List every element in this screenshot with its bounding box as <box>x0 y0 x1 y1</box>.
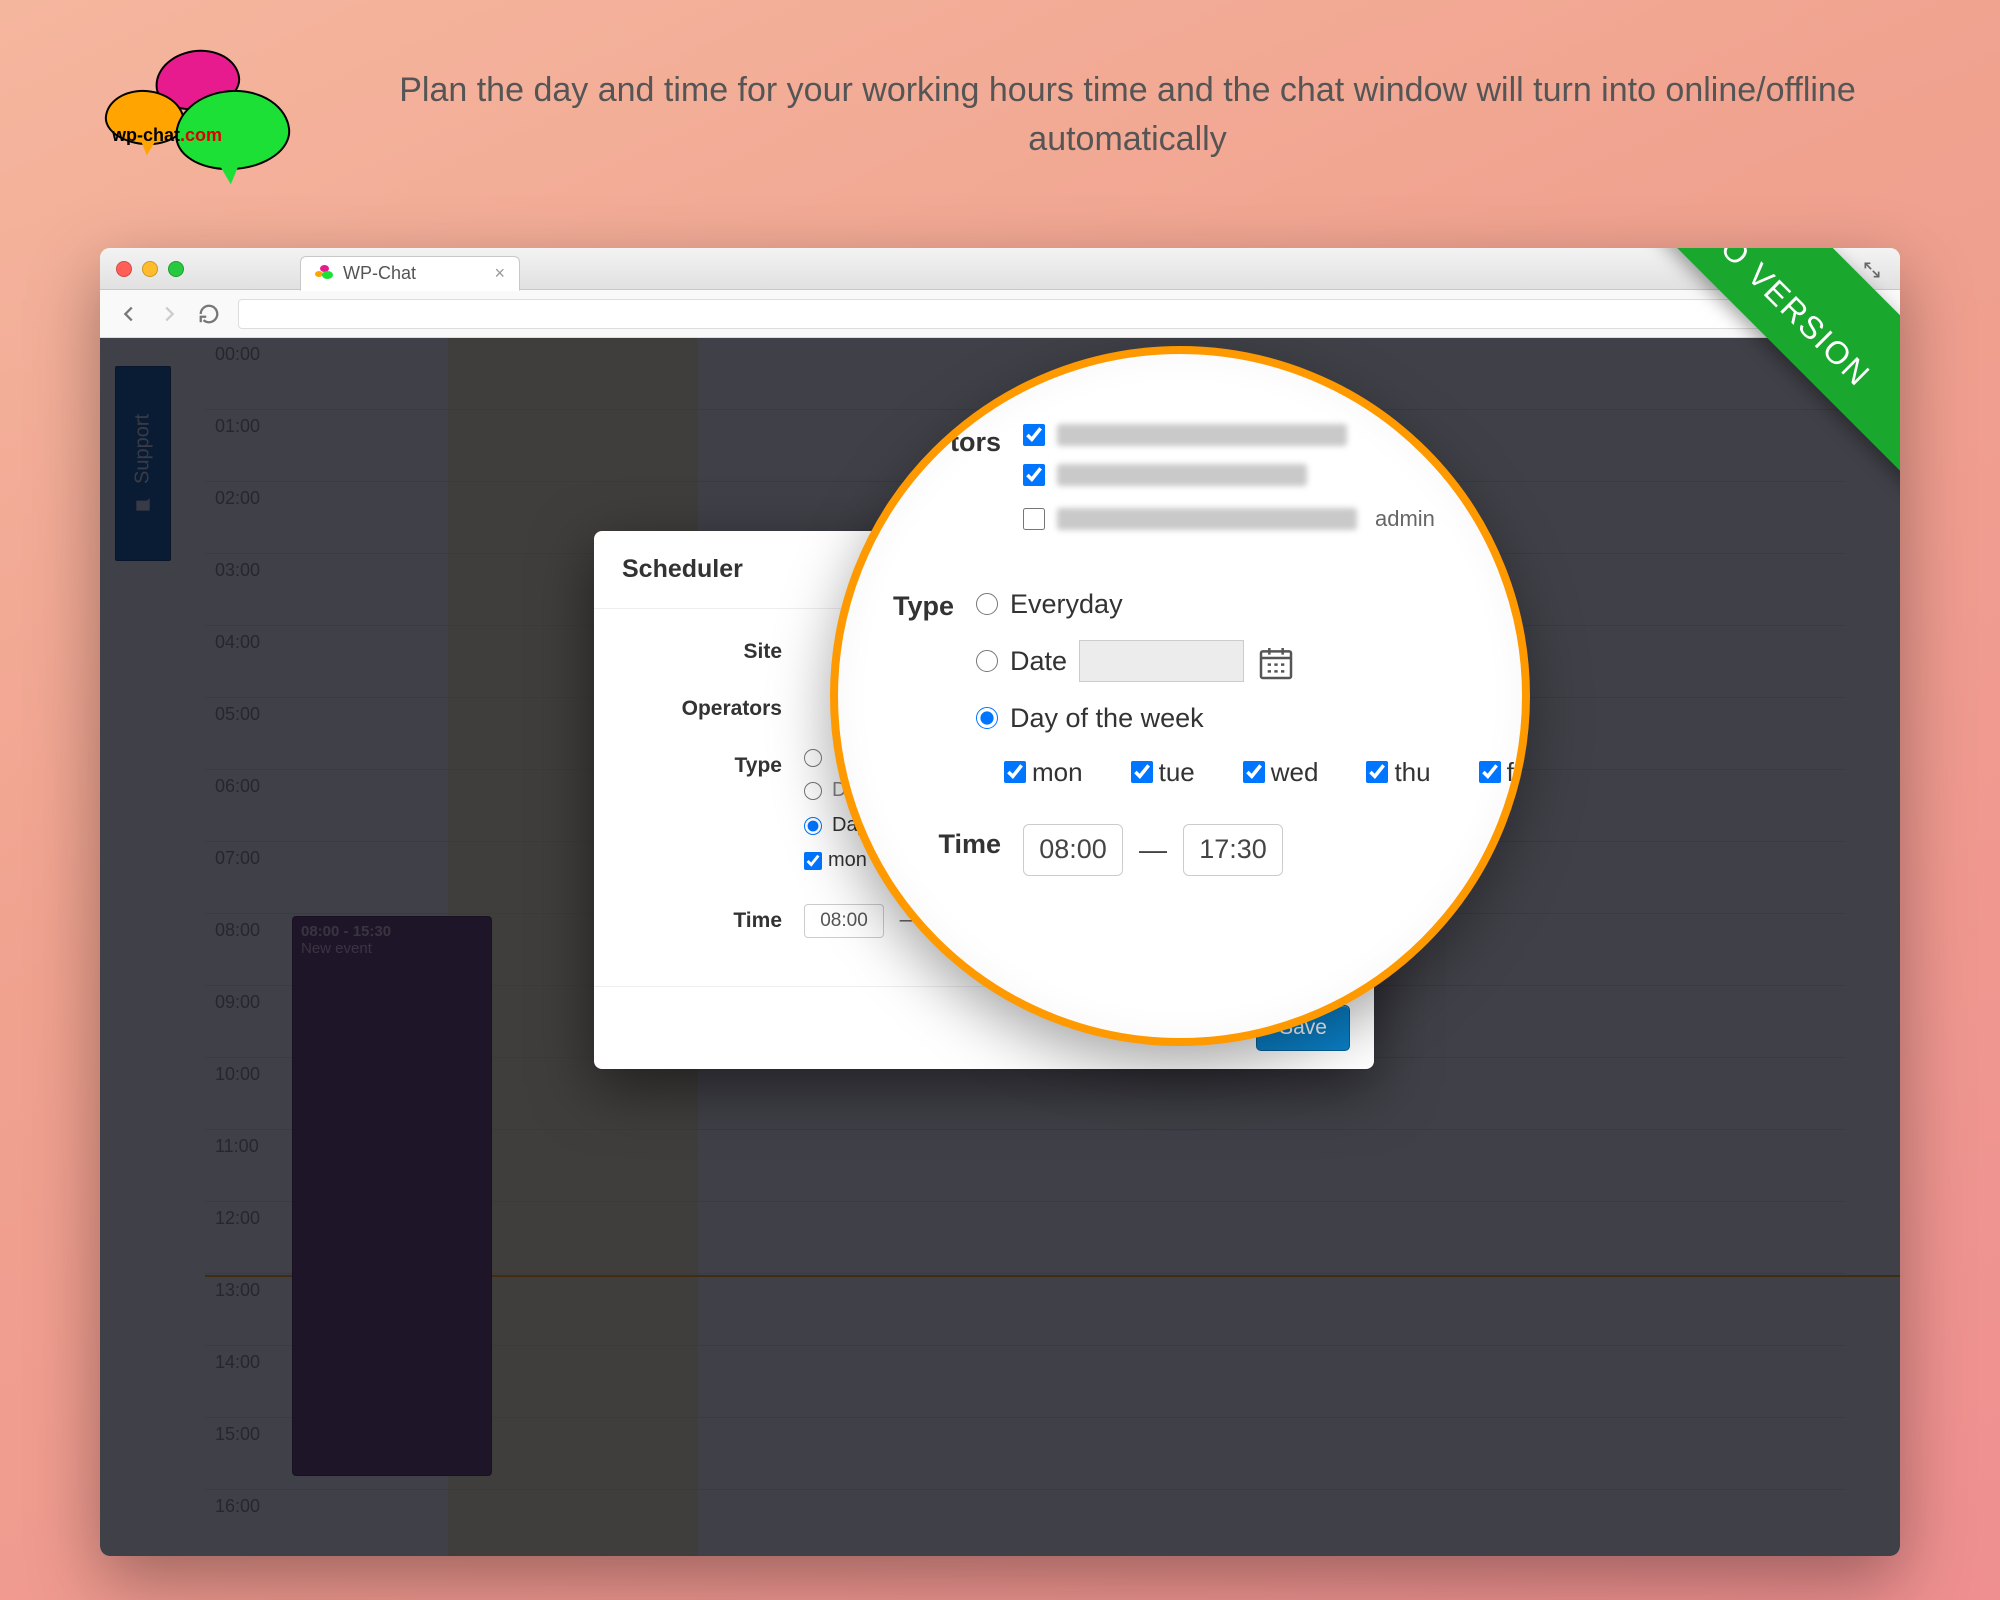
mag-day-tue[interactable] <box>1131 761 1153 783</box>
mag-day-mon[interactable] <box>1004 761 1026 783</box>
operators-label: Operators <box>624 692 804 721</box>
operator-email-2 <box>1057 464 1307 486</box>
mag-radio-dayofweek[interactable] <box>976 707 998 729</box>
mag-day-fri[interactable] <box>1479 761 1501 783</box>
operator-email-1 <box>1057 424 1347 446</box>
time-from-input[interactable] <box>804 904 884 938</box>
operator-email-3 <box>1057 508 1357 530</box>
time-label: Time <box>624 904 804 933</box>
tab-close-icon[interactable]: × <box>494 263 505 284</box>
admin-badge: admin <box>1375 504 1435 534</box>
day-checkbox-mon[interactable] <box>804 852 822 870</box>
magnifier-lens: tors admin Type Everyday Date <box>830 346 1530 1046</box>
tab-title: WP-Chat <box>343 263 416 284</box>
reload-button[interactable] <box>198 303 220 325</box>
browser-window: PRO VERSION WP-Chat × Support <box>100 248 1900 1556</box>
minimize-window-icon[interactable] <box>142 261 158 277</box>
operator-checkbox-2[interactable] <box>1023 464 1045 486</box>
mag-time-label: Time <box>893 824 1023 862</box>
maximize-window-icon[interactable] <box>168 261 184 277</box>
forward-button[interactable] <box>158 303 180 325</box>
mag-day-thu[interactable] <box>1366 761 1388 783</box>
promo-tagline: Plan the day and time for your working h… <box>355 66 1900 165</box>
date-input[interactable] <box>1079 640 1244 682</box>
type-radio-dayofweek[interactable] <box>804 817 822 835</box>
mag-radio-date[interactable] <box>976 650 998 672</box>
address-bar[interactable] <box>238 299 1838 329</box>
type-radio-everyday[interactable] <box>804 749 822 767</box>
back-button[interactable] <box>118 303 140 325</box>
page-viewport: Support 00:0001:0002:0003:0004:0005:0006… <box>100 338 1900 1556</box>
type-label: Type <box>624 749 804 778</box>
browser-titlebar: WP-Chat × <box>100 248 1900 290</box>
mag-type-label: Type <box>893 586 976 624</box>
type-radio-date[interactable] <box>804 782 822 800</box>
mag-time-from[interactable]: 08:00 <box>1023 824 1123 876</box>
close-window-icon[interactable] <box>116 261 132 277</box>
window-controls[interactable] <box>116 261 184 277</box>
operator-checkbox-1[interactable] <box>1023 424 1045 446</box>
mag-time-to[interactable]: 17:30 <box>1183 824 1283 876</box>
mag-radio-everyday[interactable] <box>976 593 998 615</box>
browser-toolbar <box>100 290 1900 338</box>
browser-tab[interactable]: WP-Chat × <box>300 256 520 291</box>
favicon-icon <box>315 265 333 283</box>
calendar-icon[interactable] <box>1256 643 1296 679</box>
promo-header: wp-chat.com Plan the day and time for yo… <box>100 50 1900 180</box>
fullscreen-icon[interactable] <box>1862 260 1882 280</box>
mag-day-wed[interactable] <box>1243 761 1265 783</box>
wp-chat-logo: wp-chat.com <box>100 50 295 180</box>
site-label: Site <box>624 635 804 664</box>
operator-checkbox-3[interactable] <box>1023 508 1045 530</box>
